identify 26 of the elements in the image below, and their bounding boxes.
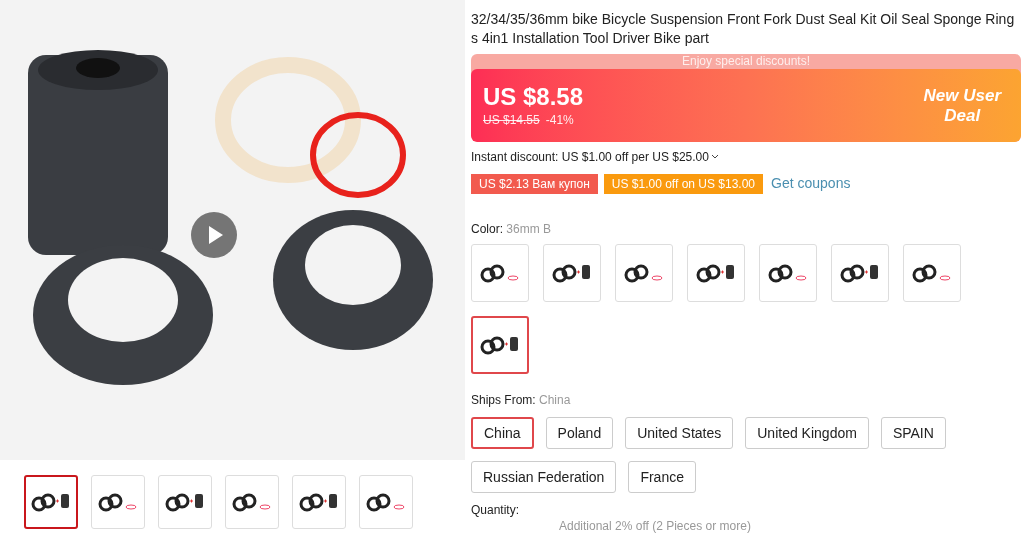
quantity-note: Additional 2% off (2 Pieces or more)	[559, 519, 752, 533]
color-value: 36mm B	[506, 222, 552, 236]
instant-discount: Instant discount: US $1.00 off per US $25.00	[471, 149, 709, 166]
discount-percent: -41%	[545, 111, 574, 129]
ships-from-option[interactable]: Poland	[545, 417, 614, 449]
original-price: US $14.55	[483, 111, 540, 129]
get-coupons-link[interactable]: Get coupons	[771, 173, 851, 194]
deal-label: New User	[923, 85, 1001, 106]
chevron-down-icon[interactable]	[710, 154, 719, 160]
play-icon[interactable]	[191, 212, 237, 258]
product-thumbnail[interactable]	[24, 475, 78, 529]
color-swatch[interactable]	[471, 316, 529, 374]
deal-label: Deal	[943, 105, 982, 126]
quantity-label: Quantity:	[471, 502, 521, 519]
ships-from-option[interactable]: Russian Federation	[471, 461, 617, 493]
ships-from-option[interactable]: France	[628, 461, 696, 493]
ships-from-option[interactable]: United States	[625, 417, 734, 449]
price: US $8.58	[483, 82, 584, 111]
ships-from-value: China	[539, 393, 571, 407]
banner-header: Enjoy special discounts!	[680, 54, 812, 69]
ships-from-option[interactable]: China	[471, 417, 534, 449]
color-label: Color:	[471, 222, 503, 236]
product-title: 32/34/35/36mm bike Bicycle Suspension Front Fork Dust Seal Kit Oil Seal Sponge Rings 4in1 Installation Tool Driver Bike part	[471, 10, 1016, 48]
ships-from-label: Ships From:	[471, 393, 536, 407]
ships-from-option[interactable]: United Kingdom	[745, 417, 869, 449]
ships-from-option[interactable]: SPAIN	[880, 417, 946, 449]
